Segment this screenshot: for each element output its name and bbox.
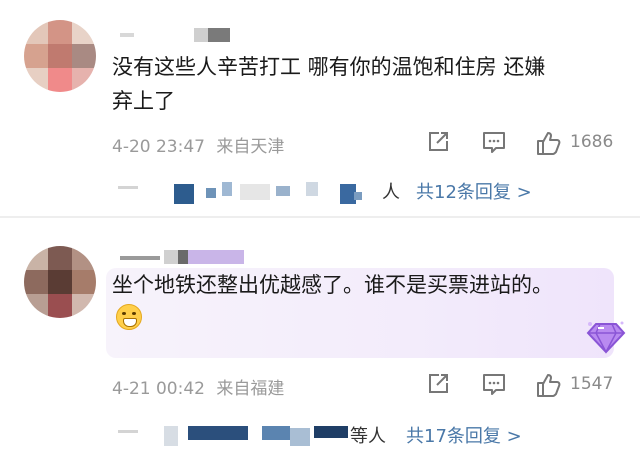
comment-actions: 1686: [424, 130, 624, 156]
avatar[interactable]: [24, 20, 96, 92]
thumbs-up-icon[interactable]: [536, 372, 562, 398]
reply-names-suffix: 等人: [350, 426, 386, 447]
like-count: 1686: [570, 132, 614, 152]
comment-actions: 1547: [424, 372, 624, 398]
avatar[interactable]: [24, 246, 96, 318]
thumbs-up-icon[interactable]: [536, 130, 562, 156]
comment-icon[interactable]: [482, 372, 506, 396]
comment-meta: 4-20 23:47 来自天津: [112, 132, 284, 157]
comment-icon[interactable]: [482, 130, 506, 154]
reply-names-suffix: 人: [382, 182, 400, 203]
like-count: 1547: [570, 374, 614, 394]
view-replies-link[interactable]: 共12条回复 >: [416, 178, 532, 204]
username-blurred[interactable]: [120, 250, 244, 264]
reply-preview[interactable]: 等人 共17条回复 >: [118, 422, 598, 448]
comment-time: 4-21 00:42: [112, 379, 205, 399]
grimacing-face-emoji: [116, 304, 142, 330]
share-icon[interactable]: [426, 372, 450, 396]
comment-item: 坐个地铁还整出优越感了。谁不是买票进站的。 4-21 00:42 来自福建 15…: [0, 218, 640, 463]
comment-text: 没有这些人辛苦打工 哪有你的温饱和住房 还嫌弃上了: [112, 55, 546, 113]
comment-meta: 4-21 00:42 来自福建: [112, 374, 284, 399]
comment-source: 来自福建: [216, 379, 285, 399]
reply-preview[interactable]: 人 共12条回复 >: [118, 178, 598, 204]
comment-time: 4-20 23:47: [112, 137, 205, 157]
comment-text-body: 坐个地铁还整出优越感了。谁不是买票进站的。: [112, 273, 553, 297]
view-replies-link[interactable]: 共17条回复 >: [406, 422, 522, 448]
comment-source: 来自天津: [216, 137, 285, 157]
share-icon[interactable]: [426, 130, 450, 154]
diamond-badge-icon: [586, 321, 626, 354]
comment-item: 没有这些人辛苦打工 哪有你的温饱和住房 还嫌弃上了 4-20 23:47 来自天…: [0, 0, 640, 216]
comment-text: 坐个地铁还整出优越感了。谁不是买票进站的。: [112, 268, 582, 336]
username-blurred[interactable]: [120, 28, 230, 42]
